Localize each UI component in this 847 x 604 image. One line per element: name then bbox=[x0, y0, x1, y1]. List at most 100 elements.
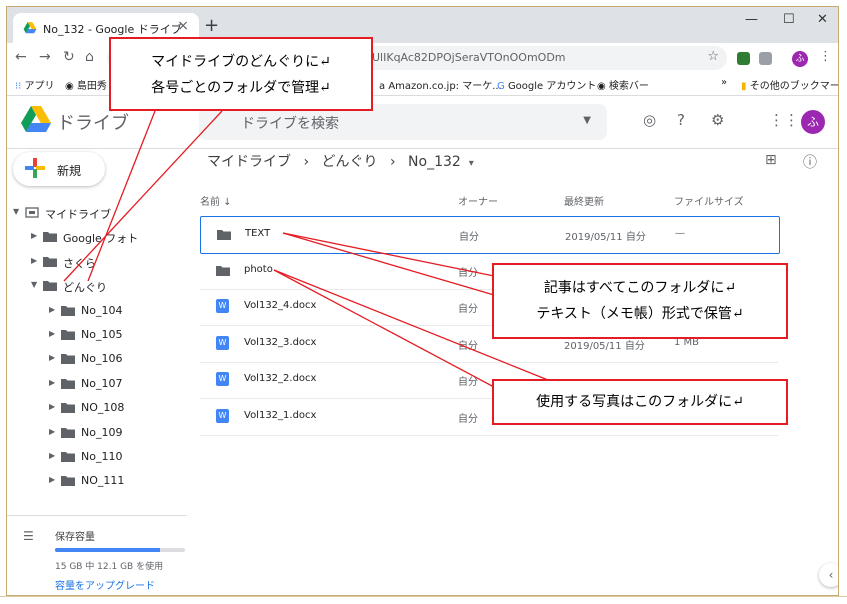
file-modified: 2019/05/11 自分 bbox=[565, 232, 646, 243]
bookmark-apps[interactable]: ⁝⁝ アプリ bbox=[15, 77, 55, 92]
file-owner: 自分 bbox=[458, 304, 478, 316]
folder-icon bbox=[61, 427, 75, 438]
forward-icon[interactable]: → bbox=[39, 49, 51, 65]
caret-right-icon[interactable]: ▶ bbox=[49, 475, 55, 484]
caret-right-icon[interactable]: ▶ bbox=[49, 329, 55, 338]
breadcrumb-current[interactable]: No_132 bbox=[408, 154, 461, 170]
help-icon[interactable]: ? bbox=[677, 111, 685, 129]
tree-item-label: NO_111 bbox=[81, 474, 125, 488]
search-placeholder: ドライブを検索 bbox=[241, 116, 339, 132]
bookmarks-overflow[interactable]: » bbox=[721, 77, 727, 88]
folder-icon bbox=[61, 354, 75, 365]
bookmark-item[interactable]: a Amazon.co.jp: マーケ... bbox=[379, 77, 502, 92]
file-size: — bbox=[675, 228, 685, 239]
callout-text: 各号ごとのフォルダで管理↵ bbox=[151, 80, 331, 96]
reload-icon[interactable]: ↻ bbox=[63, 49, 75, 65]
settings-icon[interactable]: ⚙ bbox=[711, 111, 724, 129]
caret-right-icon[interactable]: ▶ bbox=[49, 427, 55, 436]
bookmark-item[interactable]: ◉ 島田秀 bbox=[65, 77, 107, 92]
callout-text: 使用する写真はこのフォルダに↵ bbox=[536, 394, 744, 410]
caret-down-icon[interactable]: ▼ bbox=[31, 280, 37, 289]
tree-item-label: No_104 bbox=[81, 303, 123, 317]
tree-item-label: NO_108 bbox=[81, 401, 125, 415]
amazon-icon: a bbox=[379, 81, 386, 92]
breadcrumb-root[interactable]: マイドライブ bbox=[207, 154, 291, 170]
callout-folder-structure: マイドライブのどんぐりに↵ 各号ごとのフォルダで管理↵ bbox=[109, 37, 373, 111]
grid-view-icon[interactable]: ⊞ bbox=[765, 152, 777, 168]
storage-bar bbox=[55, 548, 185, 552]
column-header-name[interactable]: 名前 ↓ bbox=[200, 193, 232, 208]
word-doc-icon: W bbox=[216, 335, 229, 350]
evernote-extension-icon[interactable] bbox=[737, 52, 750, 65]
caret-right-icon[interactable]: ▶ bbox=[31, 256, 37, 265]
column-header-owner: オーナー bbox=[458, 197, 498, 208]
info-icon[interactable]: ⓘ bbox=[803, 152, 817, 172]
storage-icon: ☰ bbox=[23, 529, 34, 543]
file-owner: 自分 bbox=[458, 377, 478, 389]
ready-offline-icon[interactable]: ◎ bbox=[643, 111, 656, 129]
expand-side-panel-icon[interactable]: ‹ bbox=[819, 563, 838, 587]
caret-right-icon[interactable]: ▶ bbox=[49, 378, 55, 387]
file-modified: 2019/05/11 自分 bbox=[564, 340, 645, 352]
caret-right-icon[interactable]: ▶ bbox=[49, 353, 55, 362]
window-close-icon[interactable]: ✕ bbox=[817, 12, 828, 27]
breadcrumb: マイドライブ › どんぐり › No_132 ▾ bbox=[207, 151, 482, 171]
back-icon[interactable]: ← bbox=[15, 49, 27, 65]
tab-close-icon[interactable]: × bbox=[177, 18, 189, 34]
plus-icon bbox=[25, 158, 45, 178]
tree-item-label: さくら bbox=[63, 256, 96, 270]
folder-icon bbox=[61, 476, 75, 487]
caret-right-icon[interactable]: ▶ bbox=[49, 451, 55, 460]
callout-text: テキスト（メモ帳）形式で保管↵ bbox=[536, 306, 744, 322]
drive-extension-icon[interactable] bbox=[759, 52, 772, 65]
home-icon[interactable]: ⌂ bbox=[85, 49, 94, 65]
account-avatar[interactable]: ふ bbox=[801, 110, 825, 134]
folder-icon bbox=[43, 256, 57, 267]
folder-icon bbox=[216, 265, 230, 276]
new-button-label: 新規 bbox=[57, 164, 82, 178]
tree-item-label: No_105 bbox=[81, 328, 123, 341]
search-options-icon[interactable]: ▼ bbox=[583, 115, 591, 126]
storage-bar-fill bbox=[55, 548, 161, 552]
breadcrumb-separator: › bbox=[389, 154, 396, 170]
file-name: Vol132_3.docx bbox=[244, 336, 317, 348]
page-edge bbox=[0, 596, 847, 597]
tree-item-label: No_109 bbox=[81, 425, 123, 439]
folder-icon bbox=[61, 305, 75, 316]
bookmark-other[interactable]: ▮ その他のブックマーク bbox=[741, 77, 838, 92]
maximize-icon[interactable]: ☐ bbox=[783, 12, 795, 27]
tree-item-label: No_110 bbox=[81, 450, 123, 463]
drive-logo-icon[interactable] bbox=[21, 106, 51, 132]
bookmark-item[interactable]: G Google アカウント bbox=[497, 77, 596, 92]
caret-right-icon[interactable]: ▶ bbox=[49, 402, 55, 411]
caret-down-icon[interactable]: ▼ bbox=[13, 207, 19, 216]
callout-text-folder: 記事はすべてこのフォルダに↵ テキスト（メモ帳）形式で保管↵ bbox=[492, 263, 788, 339]
breadcrumb-separator: › bbox=[303, 154, 310, 170]
tree-item-label: Google フォト bbox=[63, 232, 139, 246]
folder-icon bbox=[43, 281, 57, 292]
apps-icon[interactable]: ⋮⋮ bbox=[769, 111, 799, 129]
globe-icon: ◉ bbox=[597, 81, 606, 92]
minimize-icon[interactable]: — bbox=[745, 12, 758, 27]
caret-right-icon[interactable]: ▶ bbox=[31, 231, 37, 240]
bookmark-star-icon[interactable]: ☆ bbox=[707, 49, 719, 64]
folder-icon bbox=[61, 403, 75, 414]
column-header-size: ファイルサイズ bbox=[674, 197, 744, 208]
upgrade-storage-link[interactable]: 容量をアップグレード bbox=[55, 577, 155, 592]
folder-row[interactable]: TEXT 自分 2019/05/11 自分 — bbox=[200, 216, 780, 254]
new-button[interactable]: 新規 bbox=[13, 152, 105, 186]
browser-menu-icon[interactable]: ⋮ bbox=[819, 49, 832, 64]
folder-icon bbox=[61, 378, 75, 389]
folder-icon bbox=[61, 330, 75, 340]
breadcrumb-parent[interactable]: どんぐり bbox=[322, 154, 378, 170]
callout-text: 記事はすべてこのフォルダに↵ bbox=[543, 280, 737, 296]
storage-label: 保存容量 bbox=[55, 532, 95, 543]
caret-right-icon[interactable]: ▶ bbox=[49, 305, 55, 314]
word-doc-icon: W bbox=[216, 299, 229, 314]
profile-avatar[interactable]: ふ bbox=[792, 51, 808, 67]
new-tab-button[interactable]: + bbox=[204, 15, 219, 36]
file-owner: 自分 bbox=[458, 340, 478, 352]
file-owner: 自分 bbox=[458, 267, 478, 279]
bookmark-item[interactable]: ◉ 検索バー bbox=[597, 77, 649, 92]
chevron-down-icon[interactable]: ▾ bbox=[469, 158, 474, 169]
